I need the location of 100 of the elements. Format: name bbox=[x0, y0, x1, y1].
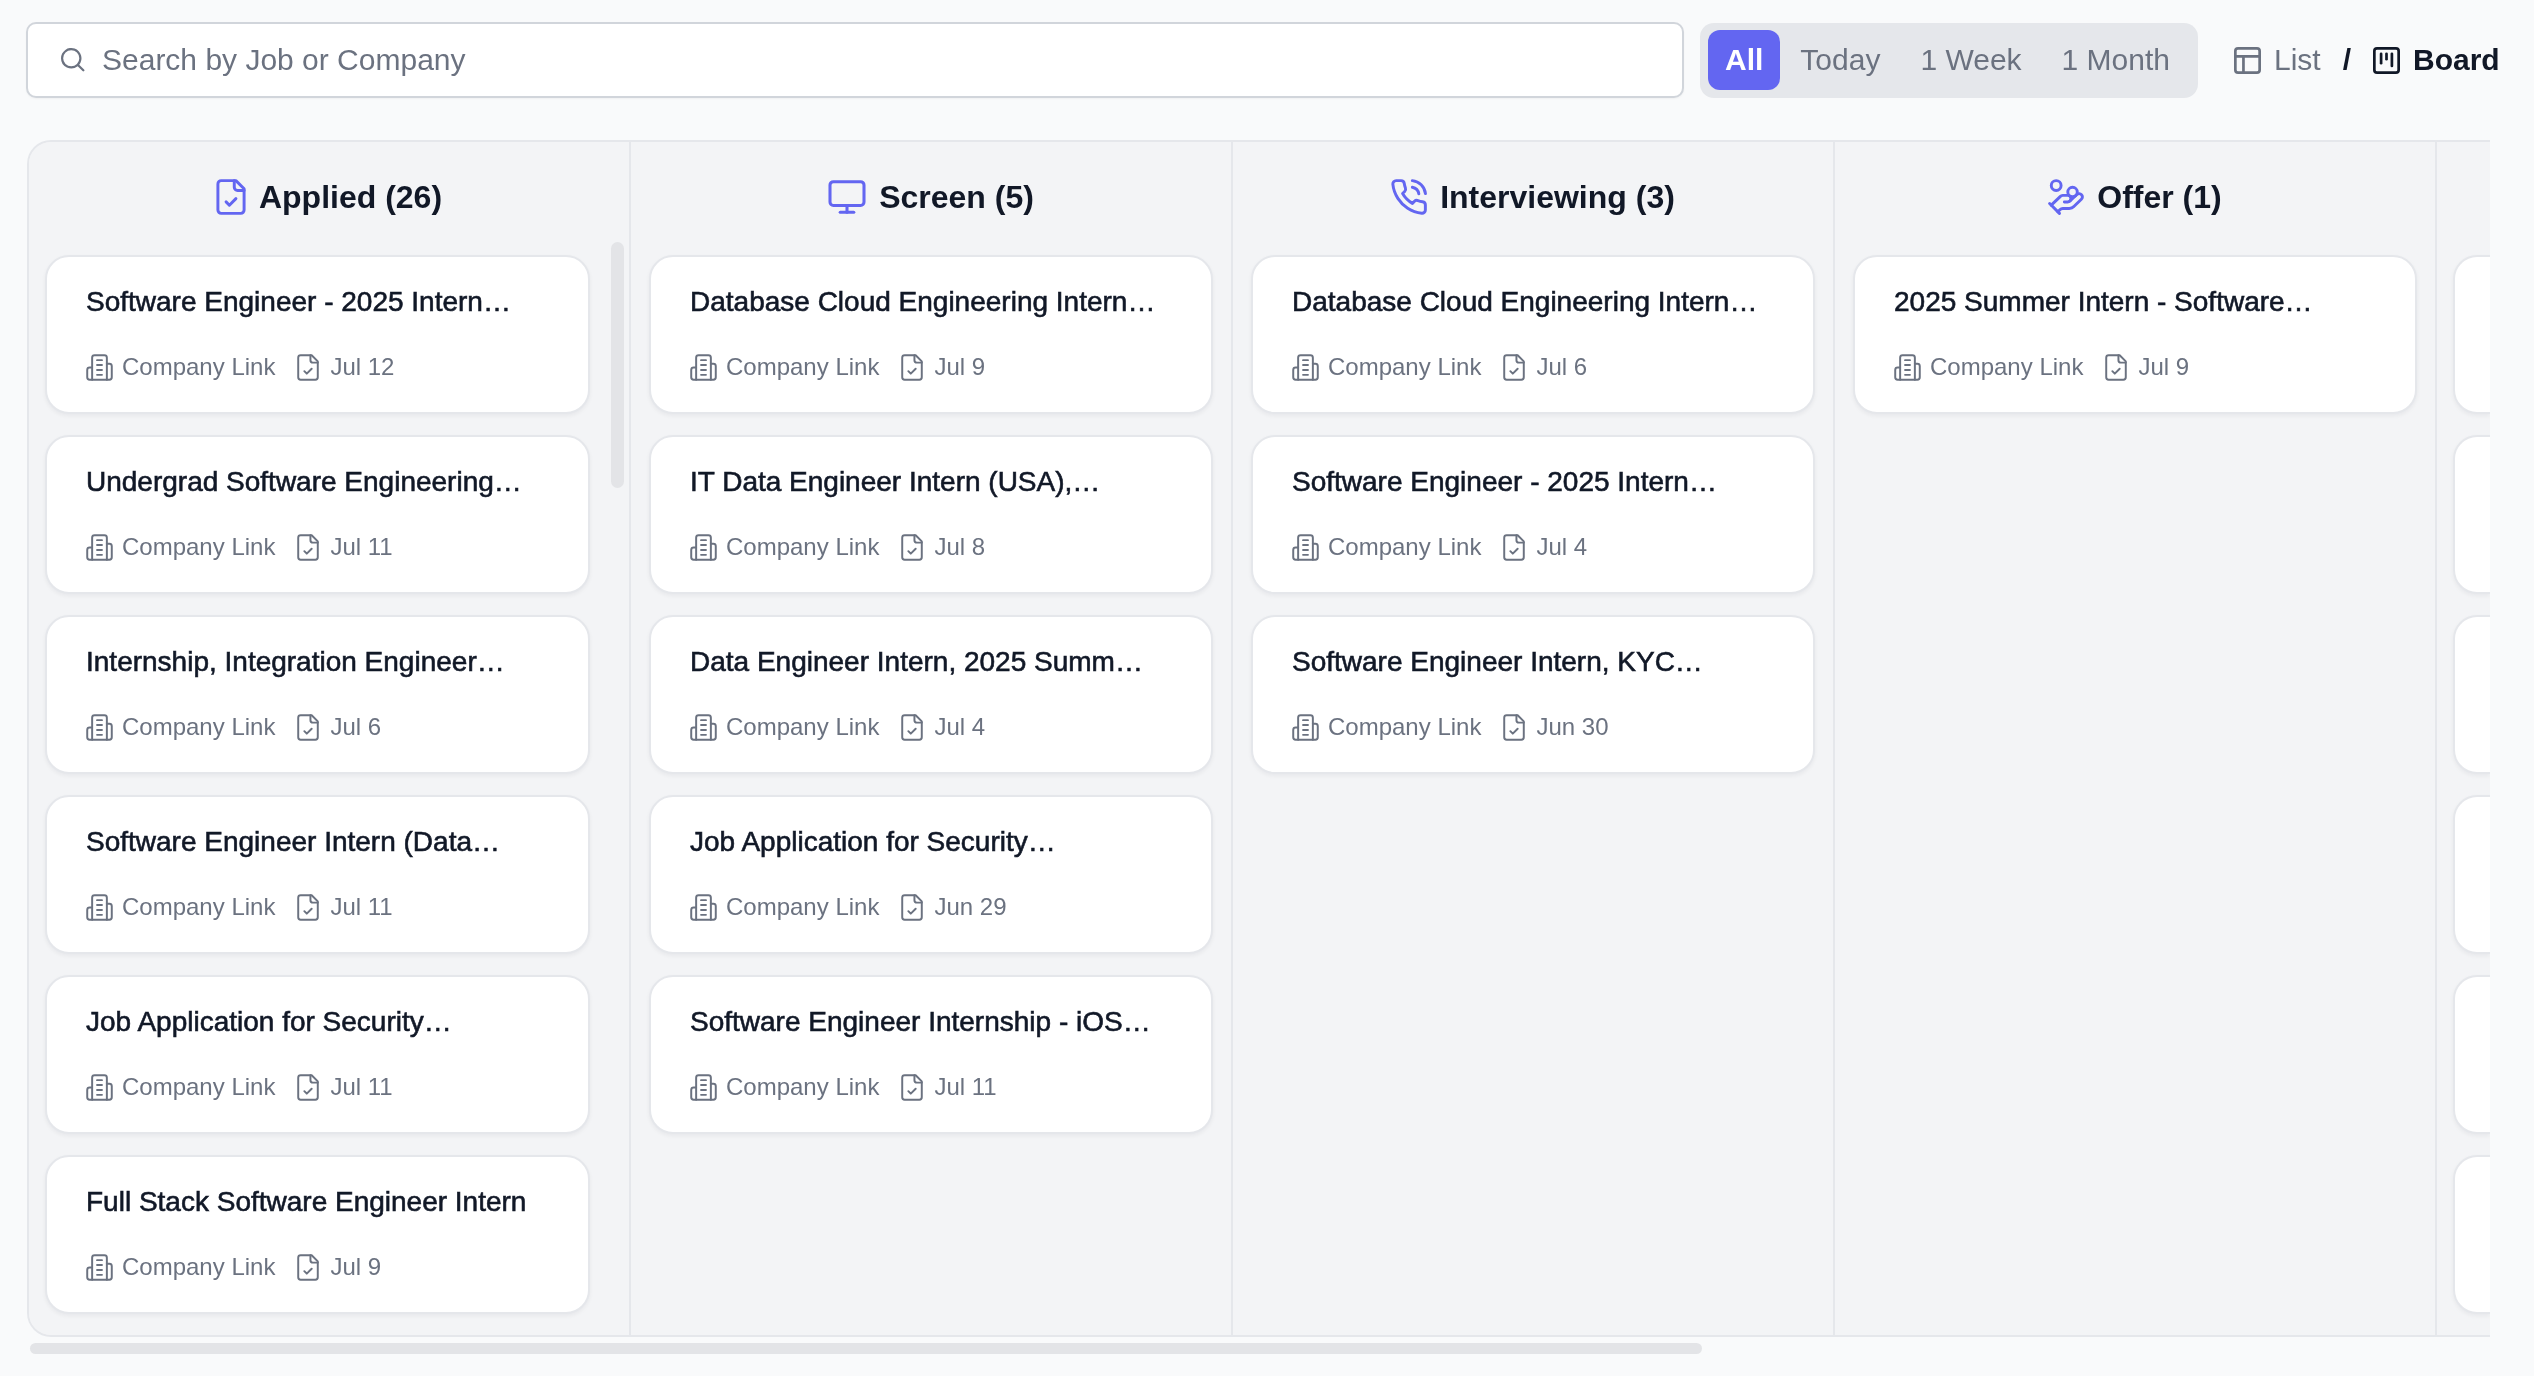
applied-date: Jul 12 bbox=[330, 353, 395, 381]
job-title: Software Engineer - 2025 Intern… bbox=[86, 285, 511, 319]
applied-date: Jul 11 bbox=[330, 893, 393, 921]
job-title: 2025 Summer Intern - Software… bbox=[1894, 285, 2313, 319]
filter-tab[interactable]: 1 Month bbox=[2041, 30, 2190, 90]
applied-date: Jun 29 bbox=[934, 893, 1007, 921]
applied-date: Jul 11 bbox=[330, 1073, 393, 1101]
file-check-icon bbox=[901, 1073, 924, 1101]
job-card[interactable] bbox=[2453, 435, 2490, 594]
column-title: Interviewing (3) bbox=[1440, 178, 1675, 216]
job-card[interactable]: IT Data Engineer Intern (USA),… Company Link Jul 8 bbox=[649, 435, 1213, 594]
file-check-icon bbox=[297, 1253, 320, 1281]
job-title: Job Application for Security… bbox=[86, 1005, 452, 1039]
building-icon bbox=[86, 1253, 113, 1281]
company-link[interactable]: Company Link bbox=[1292, 713, 1482, 741]
job-card[interactable]: Software Engineer Internship - iOS… Company Link Jul 11 bbox=[649, 975, 1213, 1134]
search-icon bbox=[61, 48, 85, 72]
building-icon bbox=[86, 713, 113, 741]
job-title: Internship, Integration Engineer… bbox=[86, 645, 505, 679]
file-check-icon bbox=[1503, 533, 1526, 561]
company-link[interactable]: Company Link bbox=[1292, 533, 1482, 561]
job-title: Software Engineer Intern, KYC… bbox=[1292, 645, 1703, 679]
job-title: Undergrad Software Engineering… bbox=[86, 465, 522, 499]
company-link[interactable]: Company Link bbox=[690, 893, 880, 921]
separator-slash: / bbox=[2342, 43, 2351, 77]
kanban-icon bbox=[2373, 46, 2400, 74]
job-card[interactable] bbox=[2453, 1155, 2490, 1314]
company-link[interactable]: Company Link bbox=[86, 1253, 276, 1281]
company-link[interactable]: Company Link bbox=[86, 533, 276, 561]
job-title: Software Engineer Intern (Data… bbox=[86, 825, 500, 859]
job-card[interactable]: Database Cloud Engineering Intern… Company Link Jul 6 bbox=[1251, 255, 1815, 414]
applied-date: Jul 6 bbox=[1536, 353, 1588, 381]
job-title: Job Application for Security… bbox=[690, 825, 1056, 859]
job-card[interactable] bbox=[2453, 795, 2490, 954]
building-icon bbox=[690, 1073, 717, 1101]
building-icon bbox=[86, 533, 113, 561]
hand-coins-icon bbox=[2048, 179, 2085, 215]
phone-icon bbox=[1391, 179, 1428, 215]
job-card[interactable]: Full Stack Software Engineer Intern Company Link Jul 9 bbox=[45, 1155, 590, 1314]
file-check-icon bbox=[297, 1073, 320, 1101]
job-card[interactable]: Database Cloud Engineering Intern… Company Link Jul 9 bbox=[649, 255, 1213, 414]
building-icon bbox=[1292, 353, 1319, 381]
job-card[interactable]: Software Engineer Intern, KYC… Company Link Jun 30 bbox=[1251, 615, 1815, 774]
building-icon bbox=[690, 893, 717, 921]
company-link[interactable]: Company Link bbox=[690, 353, 880, 381]
company-link[interactable]: Company Link bbox=[86, 713, 276, 741]
job-title: Full Stack Software Engineer Intern bbox=[86, 1185, 527, 1219]
company-link[interactable]: Company Link bbox=[690, 533, 880, 561]
monitor-icon bbox=[828, 180, 867, 214]
building-icon bbox=[690, 353, 717, 381]
company-link[interactable]: Company Link bbox=[86, 353, 276, 381]
file-check-icon bbox=[901, 893, 924, 921]
job-title: Software Engineer - 2025 Intern… bbox=[1292, 465, 1717, 499]
board-view-button[interactable]: Board bbox=[2373, 43, 2500, 77]
company-link[interactable]: Company Link bbox=[1292, 353, 1482, 381]
search-field[interactable]: Search by Job or Company bbox=[26, 22, 1684, 98]
company-link[interactable]: Company Link bbox=[690, 713, 880, 741]
list-view-button[interactable]: List bbox=[2234, 43, 2321, 77]
applied-date: Jun 30 bbox=[1536, 713, 1609, 741]
filter-tab[interactable]: All bbox=[1708, 30, 1781, 90]
job-card[interactable]: Job Application for Security… Company Link Jul 11 bbox=[45, 975, 590, 1134]
file-check-icon bbox=[1503, 713, 1526, 741]
job-card[interactable]: Software Engineer - 2025 Intern… Company Link Jul 4 bbox=[1251, 435, 1815, 594]
building-icon bbox=[1292, 713, 1319, 741]
applied-date: Jul 11 bbox=[330, 533, 393, 561]
filter-tab[interactable]: 1 Week bbox=[1900, 30, 2042, 90]
job-card[interactable]: Data Engineer Intern, 2025 Summ… Company Link Jul 4 bbox=[649, 615, 1213, 774]
company-link[interactable]: Company Link bbox=[690, 1073, 880, 1101]
applied-date: Jul 4 bbox=[1536, 533, 1588, 561]
building-icon bbox=[86, 893, 113, 921]
file-check-icon bbox=[215, 179, 246, 215]
job-title: Software Engineer Internship - iOS… bbox=[690, 1005, 1151, 1039]
job-title: Database Cloud Engineering Intern… bbox=[1292, 285, 1758, 319]
job-card[interactable]: Internship, Integration Engineer… Company Link Jul 6 bbox=[45, 615, 590, 774]
file-check-icon bbox=[901, 353, 924, 381]
company-link[interactable]: Company Link bbox=[86, 1073, 276, 1101]
job-card[interactable]: Software Engineer - 2025 Intern… Company Link Jul 12 bbox=[45, 255, 590, 414]
filter-tab[interactable]: Today bbox=[1780, 30, 1901, 90]
file-check-icon bbox=[297, 893, 320, 921]
job-card[interactable]: 2025 Summer Intern - Software… Company Link Jul 9 bbox=[1853, 255, 2417, 414]
company-link[interactable]: Company Link bbox=[1894, 353, 2084, 381]
building-icon bbox=[86, 1073, 113, 1101]
applied-date: Jul 6 bbox=[330, 713, 382, 741]
building-icon bbox=[690, 533, 717, 561]
applied-date: Jul 4 bbox=[934, 713, 986, 741]
table-icon bbox=[2234, 46, 2261, 74]
company-link[interactable]: Company Link bbox=[86, 893, 276, 921]
job-title: Database Cloud Engineering Intern… bbox=[690, 285, 1156, 319]
building-icon bbox=[690, 713, 717, 741]
file-check-icon bbox=[2105, 353, 2128, 381]
building-icon bbox=[1292, 533, 1319, 561]
job-card[interactable]: Job Application for Security… Company Link Jun 29 bbox=[649, 795, 1213, 954]
file-check-icon bbox=[297, 353, 320, 381]
job-card[interactable]: Undergrad Software Engineering… Company Link Jul 11 bbox=[45, 435, 590, 594]
applied-date: Jul 9 bbox=[330, 1253, 382, 1281]
job-card[interactable]: Software Engineer Intern (Data… Company Link Jul 11 bbox=[45, 795, 590, 954]
job-card[interactable] bbox=[2453, 255, 2490, 414]
job-card[interactable] bbox=[2453, 615, 2490, 774]
file-check-icon bbox=[1503, 353, 1526, 381]
job-card[interactable] bbox=[2453, 975, 2490, 1134]
